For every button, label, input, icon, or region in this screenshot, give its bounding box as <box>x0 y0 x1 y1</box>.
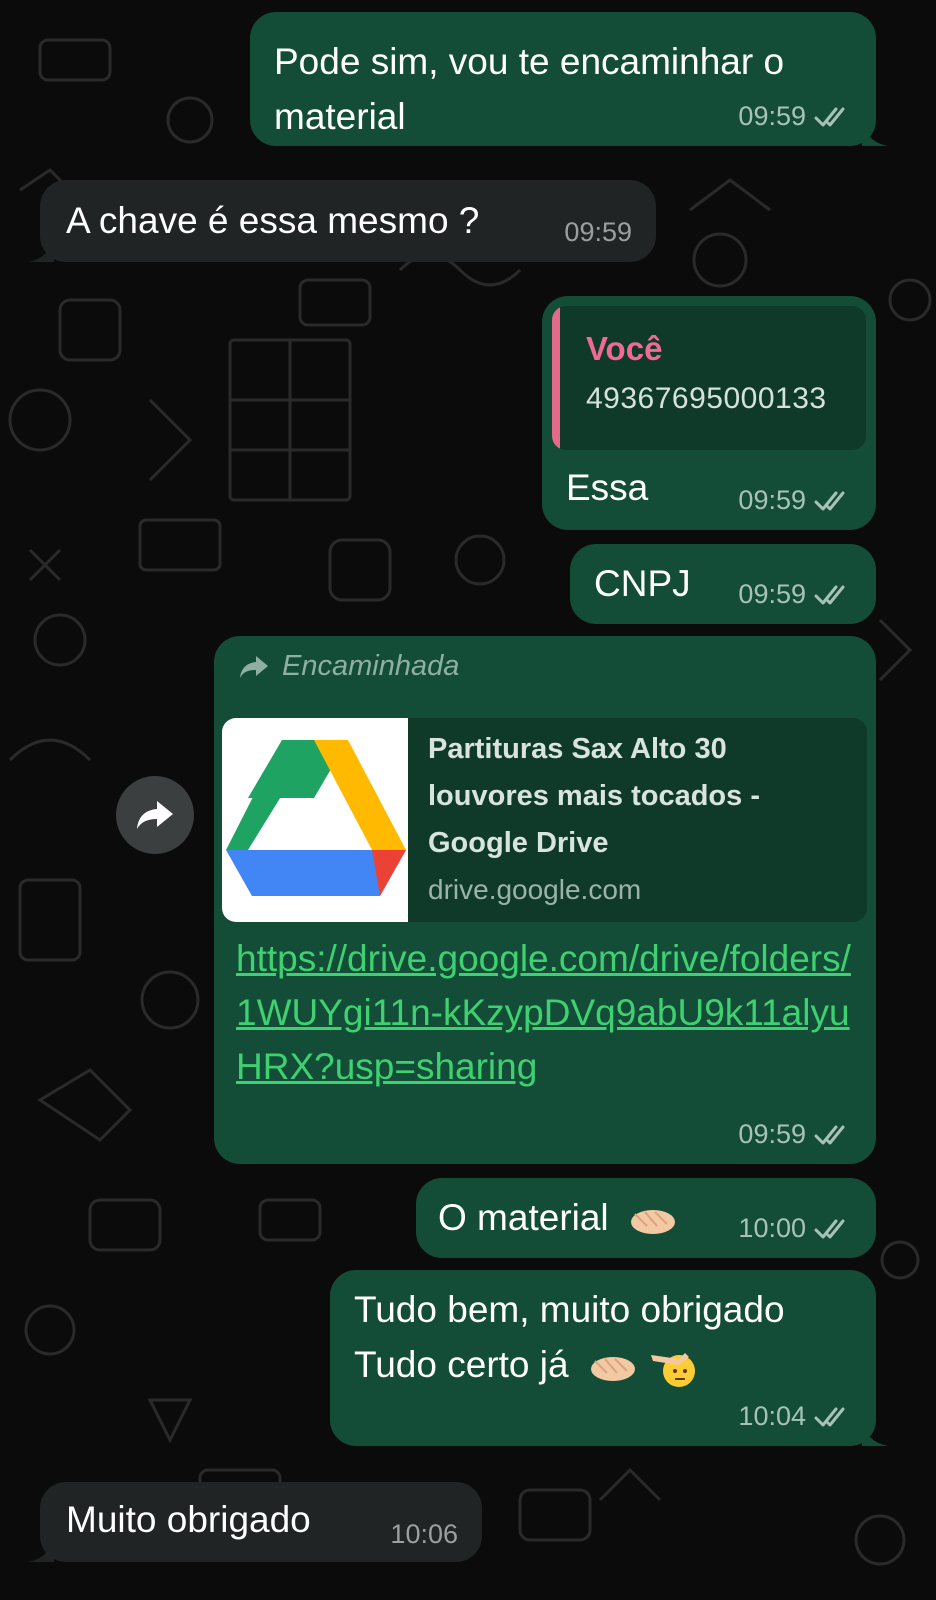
double-check-icon <box>814 1125 845 1144</box>
google-drive-icon <box>226 740 406 896</box>
quote-text: 49367695000133 <box>586 382 827 415</box>
message-time: 10:00 <box>738 1213 806 1243</box>
message-bubble-forwarded-link[interactable]: Encaminhada Partituras Sax Alto 30 louvo… <box>214 636 876 1164</box>
bubble-tail <box>862 120 888 146</box>
share-icon <box>137 801 173 829</box>
bubble-tail <box>28 1536 54 1562</box>
message-bubble-outgoing[interactable]: O material 10:00 <box>416 1178 876 1258</box>
message-bubble-outgoing-reply[interactable]: Você 49367695000133 Essa 09:59 <box>542 296 876 530</box>
quoted-message[interactable]: Você 49367695000133 <box>552 306 866 450</box>
double-check-icon <box>814 1219 845 1238</box>
message-text: Essa <box>566 467 649 508</box>
double-check-icon <box>814 1407 845 1426</box>
handshake-emoji <box>590 1357 635 1382</box>
message-time: 09:59 <box>738 579 806 609</box>
message-bubble-outgoing[interactable]: CNPJ 09:59 <box>570 544 876 624</box>
link-preview-card[interactable]: Partituras Sax Alto 30 louvores mais toc… <box>222 718 867 922</box>
bubble-tail <box>28 236 54 262</box>
message-bubble-incoming[interactable]: A chave é essa mesmo ? 09:59 <box>28 180 656 262</box>
bubble-tail <box>862 1420 888 1446</box>
message-text: Muito obrigado <box>66 1499 311 1540</box>
handshake-emoji <box>630 1210 675 1235</box>
message-text: A chave é essa mesmo ? <box>66 200 480 241</box>
message-link-url[interactable]: https://drive.google.com/drive/folders/1… <box>236 932 856 1094</box>
message-text-line-2: Tudo certo já <box>354 1344 569 1385</box>
message-time: 10:04 <box>738 1401 806 1431</box>
message-time: 10:06 <box>390 1519 458 1549</box>
message-time: 09:59 <box>738 485 806 515</box>
double-check-icon <box>814 491 845 510</box>
message-bubble-incoming[interactable]: Muito obrigado 10:06 <box>28 1482 482 1562</box>
message-time: 09:59 <box>564 217 632 247</box>
link-preview-thumbnail <box>222 718 408 922</box>
message-text-line-2: material <box>274 96 406 137</box>
message-text-line-1: Pode sim, vou te encaminhar o <box>274 41 785 82</box>
quote-author: Você <box>586 330 663 367</box>
double-check-icon <box>814 107 845 126</box>
share-button[interactable] <box>116 776 194 854</box>
forward-icon <box>240 655 268 678</box>
message-time: 09:59 <box>738 101 806 131</box>
message-text: CNPJ <box>594 563 691 604</box>
message-bubble-outgoing[interactable]: Tudo bem, muito obrigado Tudo certo já 1… <box>330 1270 888 1446</box>
saluting-face-emoji <box>651 1353 696 1388</box>
message-text-line-1: Tudo bem, muito obrigado <box>354 1289 785 1330</box>
forwarded-text: Encaminhada <box>282 650 460 682</box>
link-preview-title: Partituras Sax Alto 30 louvores mais toc… <box>428 733 760 859</box>
message-time: 09:59 <box>738 1119 806 1149</box>
message-text: O material <box>438 1197 609 1238</box>
link-preview-domain: drive.google.com <box>428 874 642 905</box>
double-check-icon <box>814 585 845 604</box>
message-bubble-outgoing[interactable]: Pode sim, vou te encaminhar o material 0… <box>250 12 888 146</box>
quote-accent-bar <box>552 306 560 450</box>
forwarded-label: Encaminhada <box>238 650 459 683</box>
